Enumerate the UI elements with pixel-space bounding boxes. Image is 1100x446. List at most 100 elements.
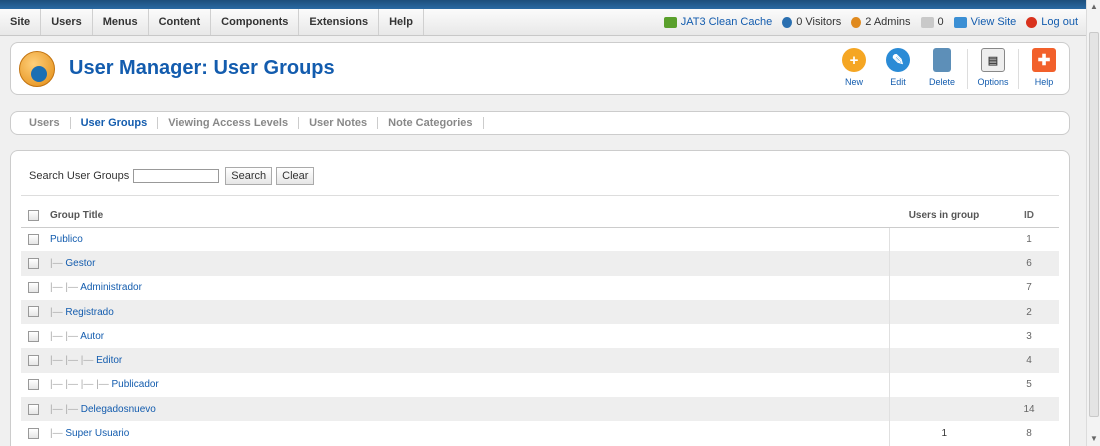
logout-link[interactable]: Log out	[1026, 16, 1078, 28]
options-button[interactable]: ▤ Options	[974, 47, 1012, 91]
select-all-checkbox[interactable]	[28, 210, 39, 222]
group-title-link[interactable]: Publico	[50, 234, 83, 245]
menu-site[interactable]: Site	[0, 9, 42, 35]
id-cell: 14	[999, 397, 1059, 422]
edit-label: Edit	[890, 77, 906, 87]
delete-label: Delete	[928, 77, 955, 87]
id-header[interactable]: ID	[999, 205, 1059, 228]
user-icon	[782, 16, 793, 28]
toolbar-buttons: + New ✎ Edit Delete ▤ Options ✚ Help	[835, 47, 1063, 91]
row-checkbox[interactable]	[28, 282, 39, 294]
row-checkbox-cell	[21, 227, 47, 251]
table-row: |— |— |— Editor 4	[21, 348, 1059, 373]
users-in-group-cell: 1	[888, 421, 999, 446]
row-checkbox-cell	[21, 276, 47, 300]
table-row: |— |— Administrador 7	[21, 275, 1059, 300]
tree-indent: |— |— |— |—	[50, 379, 112, 391]
logout-label: Log out	[1041, 16, 1078, 28]
tree-indent: |—	[50, 306, 66, 318]
table-row: |— Registrado 2	[21, 299, 1059, 325]
id-cell: 8	[1026, 428, 1032, 440]
messages-status: 0	[920, 16, 944, 28]
trash-icon	[933, 48, 951, 72]
clean-cache-link[interactable]: JAT3 Clean Cache	[663, 16, 773, 28]
row-checkbox[interactable]	[28, 379, 39, 391]
edit-button[interactable]: ✎ Edit	[879, 47, 917, 91]
users-in-group-cell	[888, 251, 999, 276]
scroll-down-icon[interactable]: ▼	[1087, 432, 1100, 446]
menu-content[interactable]: Content	[149, 9, 212, 35]
search-button[interactable]: Search	[225, 167, 273, 185]
help-button[interactable]: ✚ Help	[1025, 47, 1063, 91]
id-cell: 4	[999, 348, 1059, 373]
users-in-group-cell	[888, 227, 999, 252]
row-checkbox[interactable]	[28, 330, 39, 342]
help-icon: ✚	[1032, 48, 1056, 72]
group-title-link[interactable]: Editor	[96, 355, 122, 366]
group-title-cell: |— |— Autor	[47, 324, 889, 348]
tab-viewing-access-levels[interactable]: Viewing Access Levels	[158, 117, 300, 129]
id-cell: 2	[999, 299, 1059, 325]
tab-user-groups[interactable]: User Groups	[71, 117, 159, 129]
select-all-header	[21, 205, 47, 228]
menu-users[interactable]: Users	[41, 9, 93, 35]
options-icon: ▤	[981, 48, 1005, 72]
id-cell: 5	[1026, 379, 1032, 391]
group-title-header[interactable]: Group Title	[47, 205, 889, 228]
clear-button[interactable]: Clear	[276, 167, 315, 185]
toolbar-divider	[967, 49, 968, 89]
main-content-panel: Search User Groups Search Clear Group Ti…	[10, 150, 1070, 446]
vertical-scrollbar[interactable]: ▲ ▼	[1086, 0, 1100, 446]
search-label: Search User Groups	[29, 170, 130, 182]
row-checkbox[interactable]	[28, 427, 39, 439]
scroll-up-icon[interactable]: ▲	[1087, 0, 1100, 14]
table-row: |— Super Usuario 1 8	[21, 421, 1059, 446]
group-title-link[interactable]: Autor	[80, 331, 104, 342]
toolbar-divider	[1018, 49, 1019, 89]
row-checkbox[interactable]	[28, 403, 39, 415]
row-checkbox[interactable]	[28, 355, 39, 367]
tree-indent: |—	[50, 257, 66, 269]
table-row: |— |— Delegadosnuevo 14	[21, 397, 1059, 422]
menu-menus[interactable]: Menus	[93, 9, 149, 35]
row-checkbox-cell	[21, 397, 47, 422]
table-row: |— |— Autor 3	[21, 324, 1059, 349]
delete-button[interactable]: Delete	[923, 47, 961, 91]
tab-user-notes[interactable]: User Notes	[299, 117, 379, 129]
group-title-link[interactable]: Gestor	[65, 258, 95, 269]
logout-icon	[1026, 16, 1038, 28]
group-title-link[interactable]: Publicador	[112, 379, 159, 390]
menu-extensions[interactable]: Extensions	[299, 9, 380, 35]
options-label: Options	[977, 77, 1009, 87]
table-row: Publico 1	[21, 227, 1059, 252]
admins-status: 2 Admins	[851, 16, 911, 28]
group-title-link[interactable]: Delegadosnuevo	[81, 404, 156, 415]
row-checkbox[interactable]	[28, 233, 39, 245]
group-title-link[interactable]: Super Usuario	[65, 428, 129, 439]
row-checkbox[interactable]	[28, 306, 39, 318]
group-title-cell: |— Registrado	[47, 299, 889, 325]
row-checkbox-cell	[21, 251, 47, 276]
search-input[interactable]	[133, 169, 220, 183]
visitors-status: 0 Visitors	[782, 16, 841, 28]
new-button[interactable]: + New	[835, 47, 873, 91]
divider	[21, 195, 1059, 196]
row-checkbox-cell	[21, 348, 47, 373]
view-site-link[interactable]: View Site	[953, 16, 1016, 28]
menu-components[interactable]: Components	[211, 9, 300, 35]
group-title-link[interactable]: Registrado	[65, 307, 113, 318]
scrollbar-thumb[interactable]	[1089, 32, 1099, 417]
main-menu-bar: Site Users Menus Content Components Exte…	[0, 9, 1086, 36]
group-title-cell: Publico	[47, 227, 889, 251]
tree-indent: |— |— |—	[50, 355, 97, 367]
search-filter: Search User Groups Search Clear	[29, 167, 315, 185]
group-title-cell: |— |— Delegadosnuevo	[47, 397, 889, 422]
users-in-group-cell	[888, 275, 999, 300]
row-checkbox[interactable]	[28, 257, 39, 269]
group-title-cell: |— Gestor	[47, 251, 889, 276]
menu-help[interactable]: Help	[379, 9, 424, 35]
tab-users[interactable]: Users	[19, 117, 71, 129]
tab-note-categories[interactable]: Note Categories	[378, 117, 484, 129]
group-title-link[interactable]: Administrador	[80, 282, 142, 293]
clean-cache-label: JAT3 Clean Cache	[680, 16, 773, 28]
